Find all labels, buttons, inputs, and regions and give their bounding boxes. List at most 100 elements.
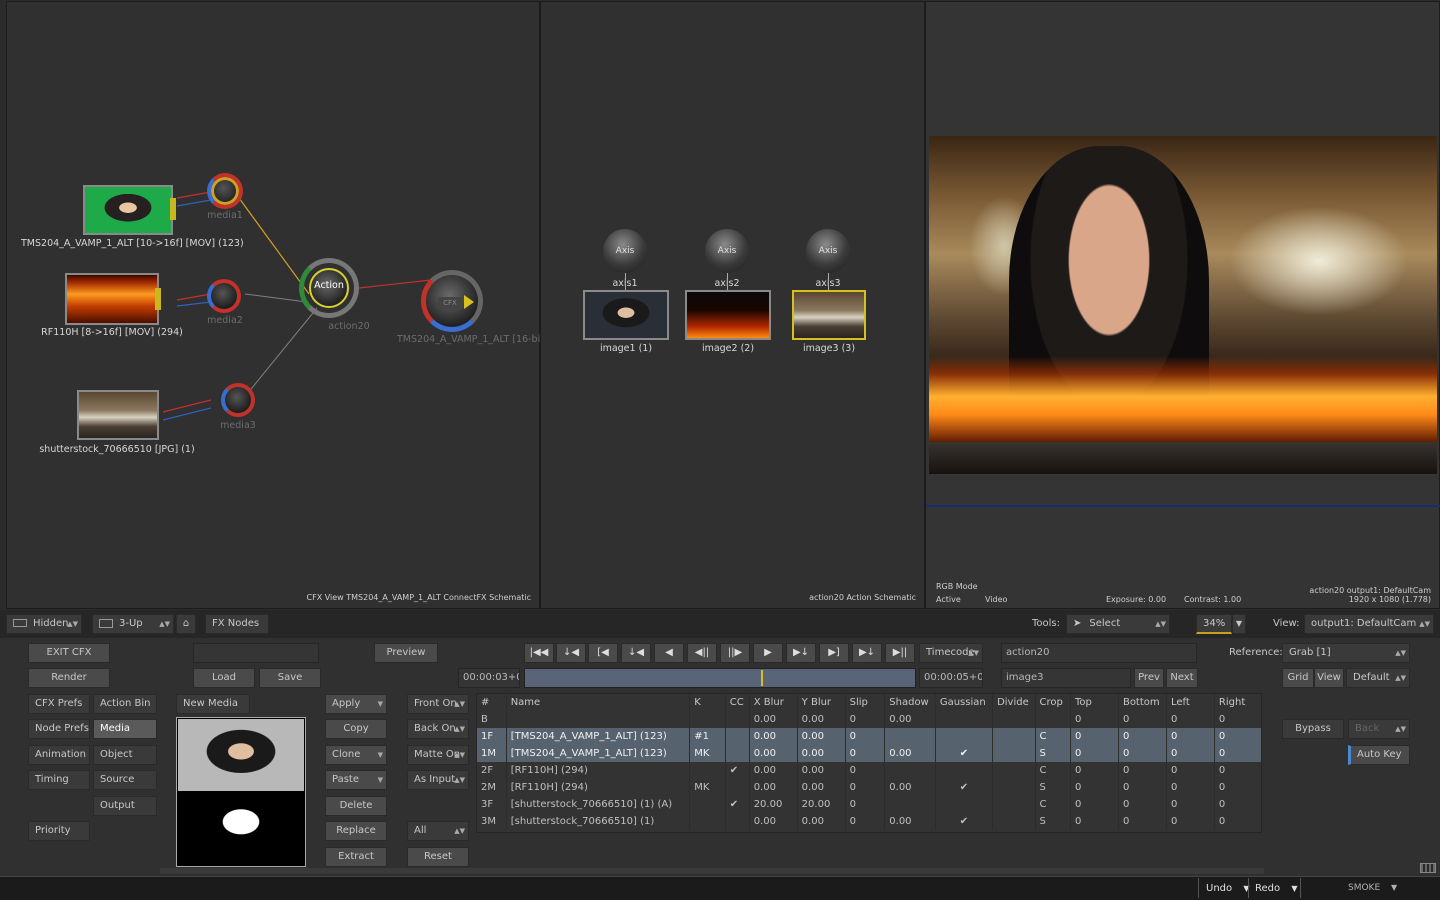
image-node-2[interactable] <box>685 290 771 340</box>
column-header[interactable]: K <box>689 694 726 711</box>
transport-button[interactable]: ↓◀ <box>621 643 651 663</box>
as-input-dropdown[interactable]: As Input ▲▼ <box>407 770 469 790</box>
clip-thumbnail-1[interactable] <box>83 185 173 235</box>
action-node[interactable]: Action <box>299 258 359 318</box>
table-row[interactable]: B 0.00 0.00 0 0.00 0 0 0 0 <box>477 711 1261 728</box>
menu-button[interactable]: Action Bin <box>93 694 157 714</box>
menu-button[interactable]: Source <box>93 770 157 790</box>
column-header[interactable]: Right <box>1214 694 1261 711</box>
viewer-panel[interactable]: RGB Mode Active Video Exposure: 0.00 Con… <box>925 1 1440 609</box>
zoom-field[interactable]: 34% <box>1196 614 1232 634</box>
table-row[interactable]: 3F [shutterstock_70666510] (1) (A) ✔ 20.00 2… <box>477 796 1261 813</box>
menu-button[interactable]: CFX Prefs <box>28 694 90 714</box>
menu-button[interactable]: Animation <box>28 745 90 765</box>
column-header[interactable]: Name <box>506 694 691 711</box>
column-header[interactable]: # <box>477 694 507 711</box>
clip-thumbnail-3[interactable] <box>77 390 159 440</box>
extract-button[interactable]: Extract <box>325 847 387 867</box>
transport-button[interactable]: ▶↓ <box>786 643 816 663</box>
view-button[interactable]: View <box>1314 668 1344 688</box>
grid-button[interactable]: Grid <box>1282 668 1314 688</box>
default-dropdown[interactable]: Default ▲▼ <box>1346 668 1410 688</box>
media-list[interactable]: # Name K CC X Blur Y Blur Slip Shadow Gaussian Di… <box>476 693 1262 833</box>
next-button[interactable]: Next <box>1166 668 1198 688</box>
column-header[interactable]: Slip <box>845 694 886 711</box>
front-on-dropdown[interactable]: Front On ▲▼ <box>407 694 469 714</box>
copy-button[interactable]: Copy <box>325 719 387 739</box>
back-on-dropdown[interactable]: Back On ▲▼ <box>407 719 469 739</box>
bypass-button[interactable]: Bypass <box>1282 719 1344 739</box>
timeline-scrubber[interactable] <box>524 668 916 688</box>
auto-key-button[interactable]: Auto Key <box>1348 745 1410 765</box>
column-header[interactable]: Shadow <box>884 694 936 711</box>
menu-button[interactable]: Priority <box>28 821 90 841</box>
tc-end-field[interactable]: 00:00:05+03 <box>919 668 983 688</box>
media-node-3[interactable] <box>221 383 255 417</box>
menu-button[interactable]: Timing <box>28 770 90 790</box>
clip-thumbnail-2[interactable] <box>65 273 159 325</box>
hidden-dropdown[interactable]: Hidden ▲▼ <box>6 614 82 634</box>
layout-dropdown[interactable]: 3-Up ▲▼ <box>92 614 174 634</box>
app-menu[interactable]: SMOKE ▼ <box>1348 883 1397 893</box>
media-node-2[interactable] <box>207 279 241 313</box>
axis-node-3[interactable]: Axis <box>806 229 850 273</box>
menu-button[interactable]: Object <box>93 745 157 765</box>
transport-button[interactable]: ||▶ <box>720 643 750 663</box>
paste-button[interactable]: Paste ▼ <box>325 770 387 790</box>
table-row[interactable]: 3M [shutterstock_70666510] (1) 0.00 0.00 0 0.… <box>477 813 1261 830</box>
undo-button[interactable]: Undo ▼ <box>1206 883 1249 894</box>
back-dropdown[interactable]: Back ▲▼ <box>1348 719 1410 739</box>
column-header[interactable]: Crop <box>1035 694 1071 711</box>
table-row[interactable]: 2F [RF110H] (294) ✔ 0.00 0.00 0 C 0 0 0 0 <box>477 762 1261 779</box>
column-header[interactable]: CC <box>725 694 750 711</box>
replace-button[interactable]: Replace <box>325 821 387 841</box>
matte-on-dropdown[interactable]: Matte On ▲▼ <box>407 745 469 765</box>
transport-button[interactable]: ▶ <box>753 643 783 663</box>
axis-node-1[interactable]: Axis <box>603 229 647 273</box>
action-schematic-panel[interactable]: Axis axis1 image1 (1) Axis axis2 image2 … <box>540 1 925 609</box>
table-row[interactable]: 2M [RF110H] (294) MK 0.00 0.00 0 0.00 ✔ S 0 0 0 0 <box>477 779 1261 796</box>
menu-button[interactable]: Node Prefs <box>28 719 90 739</box>
transport-button[interactable]: [◀ <box>588 643 618 663</box>
reset-button[interactable]: Reset <box>407 847 469 867</box>
table-row[interactable]: 1F [TMS204_A_VAMP_1_ALT] (123) #1 0.00 0.00 0… <box>477 728 1261 745</box>
fx-nodes-button[interactable]: FX Nodes <box>205 614 269 634</box>
media-node-1[interactable] <box>207 173 243 209</box>
view-camera-dropdown[interactable]: output1: DefaultCam ▲▼ <box>1304 614 1434 634</box>
all-dropdown[interactable]: All ▲▼ <box>407 821 469 841</box>
transport-button[interactable]: ◀|| <box>687 643 717 663</box>
redo-button[interactable]: Redo ▼ <box>1255 883 1297 894</box>
name-field[interactable] <box>193 643 319 663</box>
render-button[interactable]: Render <box>28 668 110 688</box>
timecode-dropdown[interactable]: Timecode ▲▼ <box>919 643 983 663</box>
delete-button[interactable]: Delete <box>325 796 387 816</box>
apply-button[interactable]: Apply ▼ <box>325 694 387 714</box>
connectfx-schematic-panel[interactable]: TMS204_A_VAMP_1_ALT [10->16f] [MOV] (123… <box>6 1 544 609</box>
playhead[interactable] <box>761 670 763 686</box>
menu-button[interactable]: Media <box>93 719 157 739</box>
transport-button[interactable]: ▶] <box>819 643 849 663</box>
tc-start-field[interactable]: 00:00:03+02 <box>458 668 520 688</box>
image-node-1[interactable] <box>583 290 669 340</box>
home-button[interactable]: ⌂ <box>176 614 196 634</box>
column-header[interactable]: Y Blur <box>797 694 846 711</box>
menu-button[interactable]: Output <box>93 796 157 816</box>
new-media-button[interactable]: New Media <box>176 694 250 714</box>
table-row[interactable]: 1M [TMS204_A_VAMP_1_ALT] (123) MK 0.00 0.00 0… <box>477 745 1261 762</box>
preview-button[interactable]: Preview <box>374 643 438 663</box>
zoom-menu-button[interactable]: ▼ <box>1232 614 1246 634</box>
transport-button[interactable]: ↓◀ <box>556 643 586 663</box>
column-header[interactable]: Divide <box>992 694 1036 711</box>
column-header[interactable]: Top <box>1070 694 1119 711</box>
cfx-output-node[interactable]: CFX <box>421 270 483 332</box>
keyboard-icon[interactable] <box>1420 863 1436 873</box>
node-name-field[interactable]: action20 <box>1001 643 1197 663</box>
transport-button[interactable]: ▶↓ <box>852 643 882 663</box>
transport-button[interactable]: |◀◀ <box>524 643 554 663</box>
column-header[interactable]: X Blur <box>749 694 798 711</box>
column-header[interactable]: Left <box>1166 694 1215 711</box>
clone-button[interactable]: Clone ▼ <box>325 745 387 765</box>
reference-dropdown[interactable]: Grab [1] ▲▼ <box>1282 643 1410 663</box>
column-header[interactable]: Gaussian <box>935 694 994 711</box>
media-name-field[interactable]: image3 <box>1001 668 1131 688</box>
